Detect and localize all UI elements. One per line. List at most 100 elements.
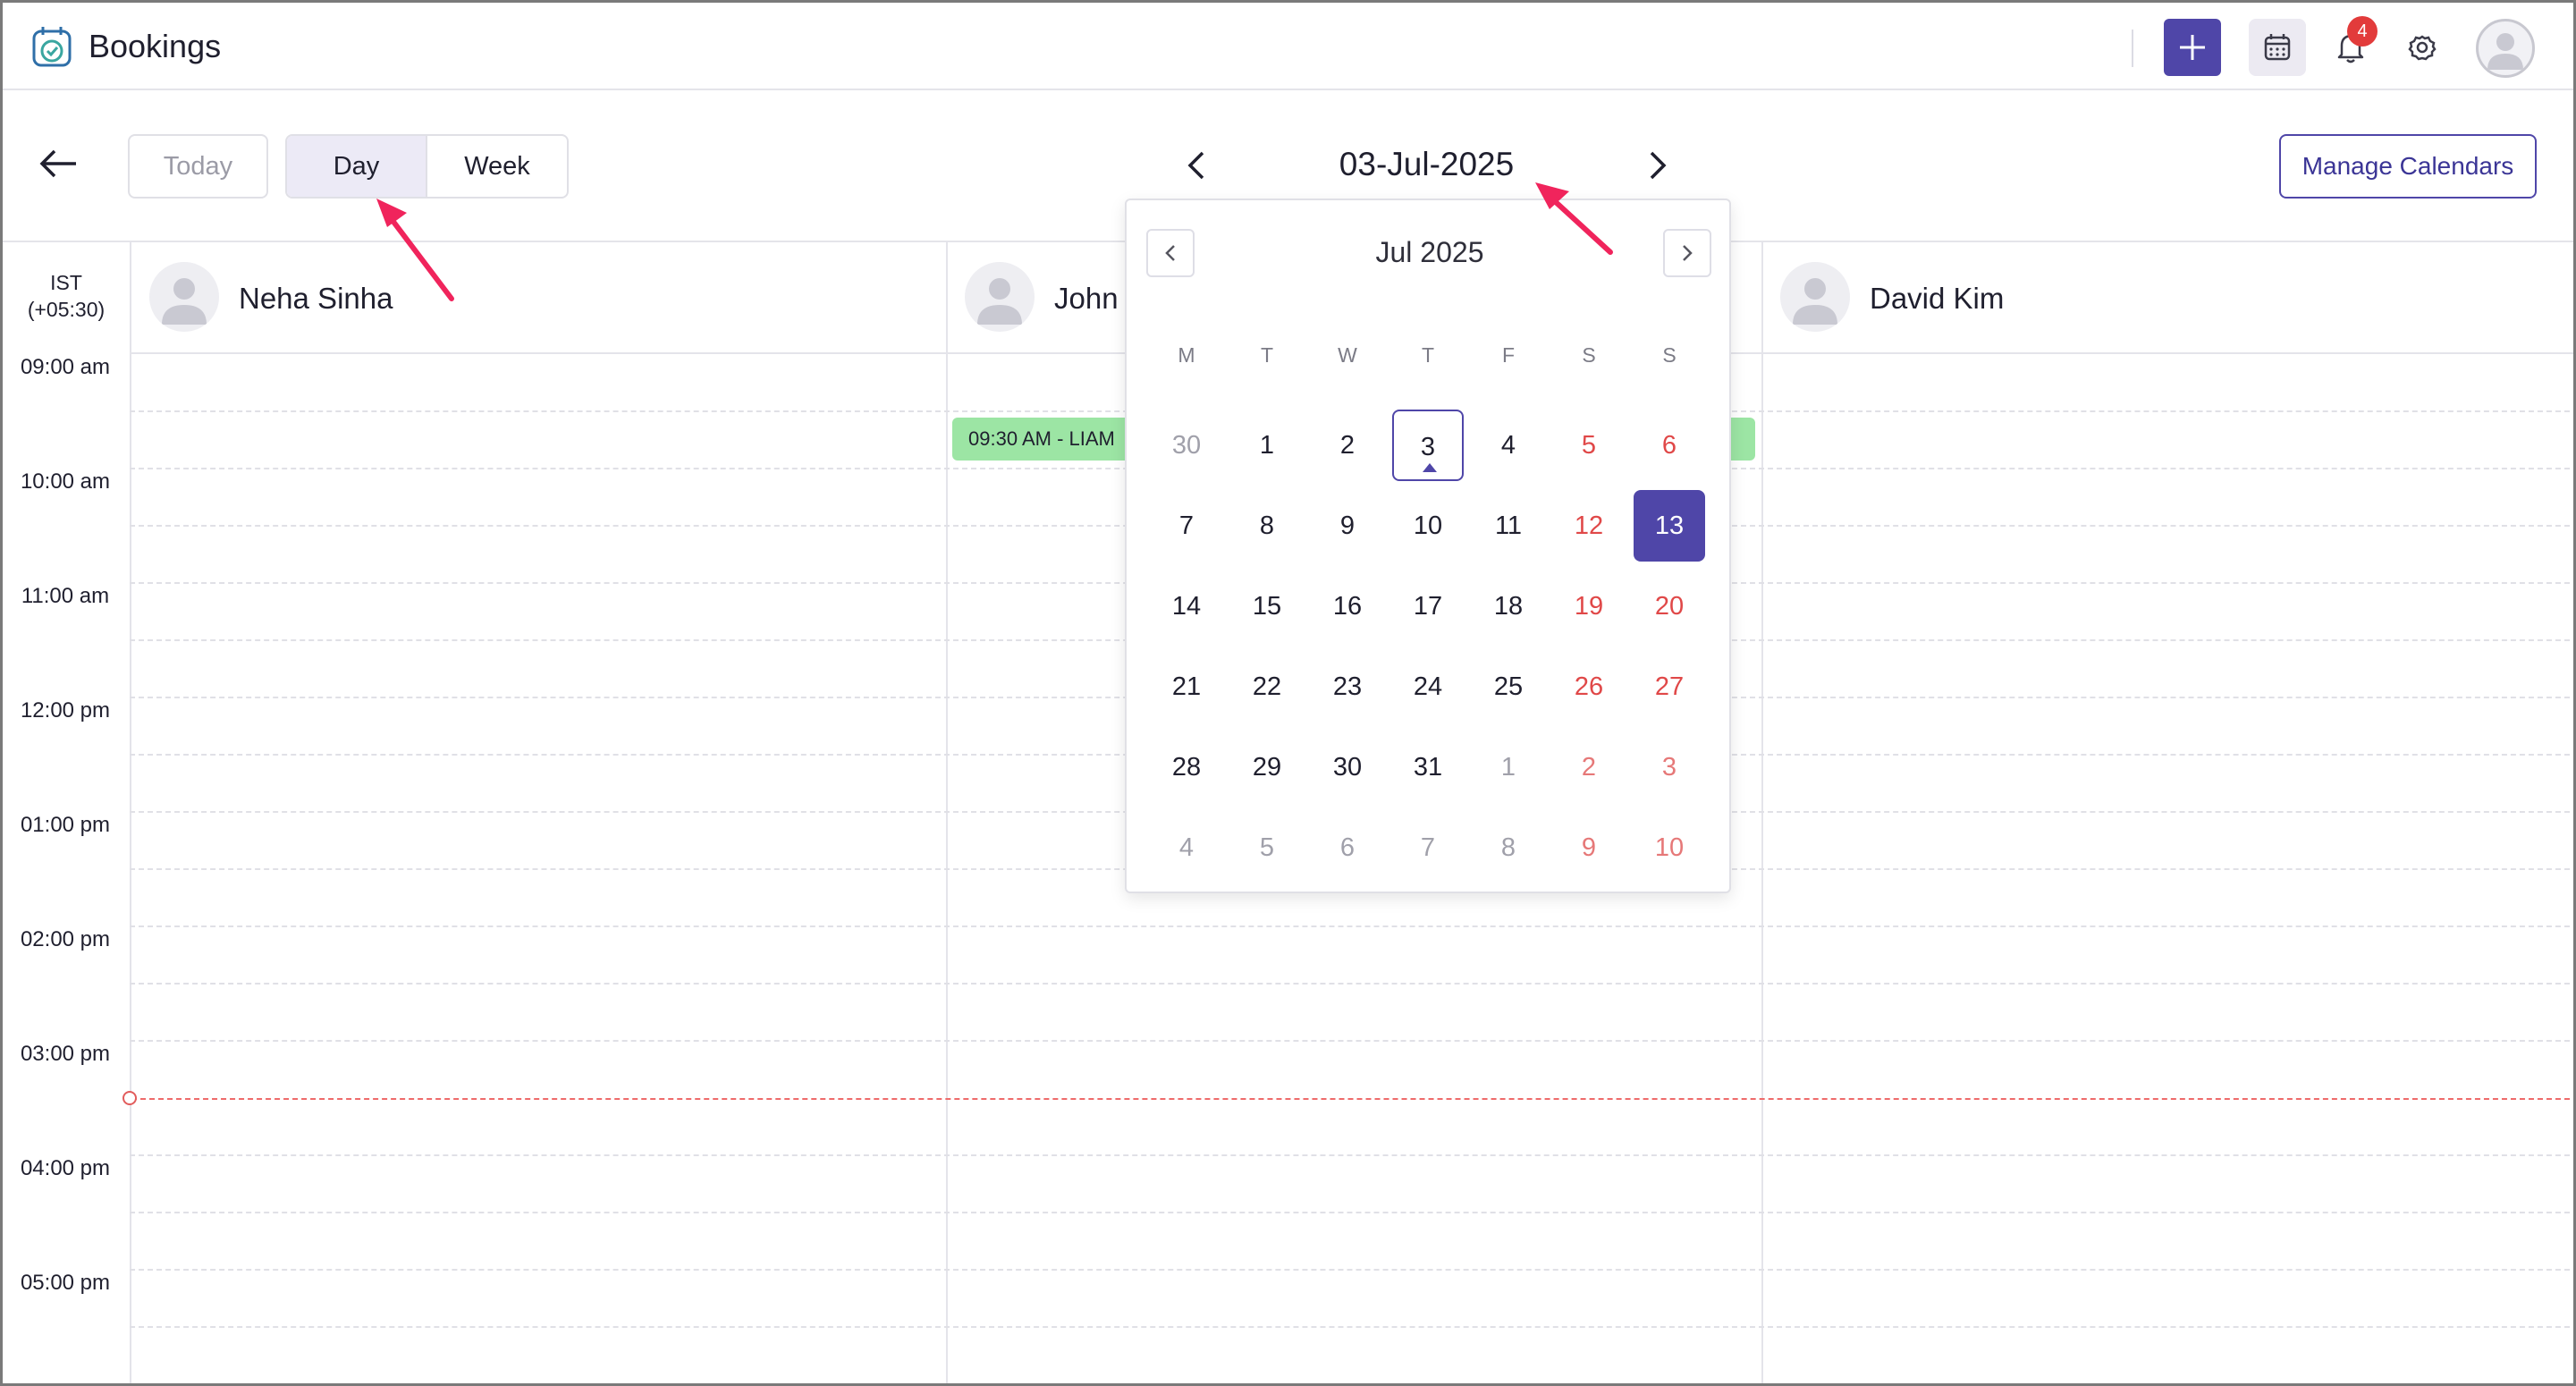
next-date-button[interactable]: [1644, 149, 1671, 182]
user-avatar-icon: [2487, 33, 2523, 70]
column-divider: [946, 242, 948, 1383]
picker-day[interactable]: 12: [1553, 490, 1625, 562]
weekday-label: M: [1178, 343, 1195, 367]
picker-day[interactable]: 15: [1231, 570, 1303, 642]
toolbar-divider: [2132, 30, 2133, 67]
manage-calendars-button[interactable]: Manage Calendars: [2279, 134, 2537, 199]
picker-day[interactable]: 4: [1473, 410, 1544, 481]
calendar-button[interactable]: [2249, 19, 2306, 76]
picker-day[interactable]: 6: [1312, 812, 1383, 883]
picker-day[interactable]: 5: [1231, 812, 1303, 883]
bookings-app: Bookings 4 Today Day Week 03-Jul-2025 Ma…: [0, 0, 2576, 1386]
weekday-label: F: [1501, 343, 1516, 367]
next-month-button[interactable]: [1663, 229, 1711, 277]
picker-day[interactable]: 7: [1392, 812, 1464, 883]
weekday-label: S: [1582, 343, 1596, 367]
user-avatar-icon: [977, 278, 1022, 325]
picker-day[interactable]: 30: [1312, 731, 1383, 803]
hour-line: [130, 925, 2573, 927]
resource-avatar: [149, 262, 219, 332]
weekday-label: S: [1662, 343, 1677, 367]
current-time-marker: [122, 1091, 137, 1105]
timezone-name: IST: [50, 271, 82, 294]
time-label: 03:00 pm: [20, 1042, 111, 1066]
resource-header[interactable]: David Kim: [1780, 262, 2549, 334]
picker-day[interactable]: 19: [1553, 570, 1625, 642]
weekday-label: W: [1338, 343, 1357, 367]
gear-icon: [2408, 35, 2437, 61]
picker-day[interactable]: 24: [1392, 651, 1464, 723]
time-gutter-border: [130, 242, 131, 1383]
picker-day[interactable]: 18: [1473, 570, 1544, 642]
picker-day[interactable]: 17: [1392, 570, 1464, 642]
column-divider: [1761, 242, 1763, 1383]
half-hour-line: [130, 1326, 2573, 1328]
picker-day[interactable]: 28: [1151, 731, 1222, 803]
today-button[interactable]: Today: [128, 134, 268, 199]
picker-day[interactable]: 25: [1473, 651, 1544, 723]
timezone-offset: (+05:30): [27, 298, 106, 321]
picker-day-today[interactable]: 3: [1392, 410, 1464, 481]
calendar-icon: [2264, 34, 2291, 61]
time-label: 12:00 pm: [20, 698, 111, 723]
user-avatar[interactable]: [2476, 19, 2535, 78]
back-arrow-icon[interactable]: [37, 146, 81, 182]
picker-day[interactable]: 8: [1473, 812, 1544, 883]
settings-button[interactable]: [2394, 19, 2451, 76]
chevron-right-icon: [1683, 245, 1693, 261]
resource-avatar: [965, 262, 1035, 332]
half-hour-line: [130, 983, 2573, 985]
picker-day[interactable]: 7: [1151, 490, 1222, 562]
picker-day[interactable]: 9: [1312, 490, 1383, 562]
picker-day[interactable]: 3: [1634, 731, 1705, 803]
previous-date-button[interactable]: [1183, 149, 1210, 182]
time-label: 04:00 pm: [20, 1156, 111, 1180]
picker-day[interactable]: 8: [1231, 490, 1303, 562]
today-indicator: [1423, 463, 1437, 472]
picker-day[interactable]: 2: [1553, 731, 1625, 803]
resource-header[interactable]: Neha Sinha: [149, 262, 918, 334]
time-label: 02:00 pm: [20, 927, 111, 951]
app-logo-icon: [32, 27, 72, 67]
chevron-left-icon: [1165, 245, 1175, 261]
picker-day[interactable]: 27: [1634, 651, 1705, 723]
plus-icon: [2180, 35, 2205, 60]
picker-day[interactable]: 14: [1151, 570, 1222, 642]
user-avatar-icon: [162, 278, 207, 325]
picker-day[interactable]: 30: [1151, 410, 1222, 481]
previous-month-button[interactable]: [1146, 229, 1195, 277]
half-hour-line: [130, 1212, 2573, 1213]
notification-badge: 4: [2347, 16, 2378, 46]
picker-day-number: 3: [1420, 433, 1436, 461]
picker-day[interactable]: 26: [1553, 651, 1625, 723]
picker-day[interactable]: 1: [1231, 410, 1303, 481]
picker-day[interactable]: 10: [1634, 812, 1705, 883]
date-picker-popover: Jul 2025 M T W T F S S 30 1 2 3 4 5 6 7 …: [1125, 199, 1731, 893]
picker-day[interactable]: 10: [1392, 490, 1464, 562]
picker-day[interactable]: 6: [1634, 410, 1705, 481]
annotation-arrow: [1535, 182, 1613, 255]
picker-day[interactable]: 5: [1553, 410, 1625, 481]
picker-day[interactable]: 4: [1151, 812, 1222, 883]
time-label: 11:00 am: [21, 584, 110, 608]
picker-day[interactable]: 22: [1231, 651, 1303, 723]
picker-day[interactable]: 2: [1312, 410, 1383, 481]
add-booking-button[interactable]: [2164, 19, 2221, 76]
annotation-arrow: [376, 199, 454, 301]
picker-day-selected[interactable]: 13: [1634, 490, 1705, 562]
picker-day[interactable]: 23: [1312, 651, 1383, 723]
picker-day[interactable]: 21: [1151, 651, 1222, 723]
hour-line: [130, 1040, 2573, 1042]
picker-day[interactable]: 11: [1473, 490, 1544, 562]
time-label: 05:00 pm: [20, 1271, 111, 1295]
picker-day[interactable]: 29: [1231, 731, 1303, 803]
picker-day[interactable]: 9: [1553, 812, 1625, 883]
picker-day[interactable]: 16: [1312, 570, 1383, 642]
top-bar: Bookings 4: [3, 3, 2573, 90]
picker-day[interactable]: 1: [1473, 731, 1544, 803]
weekday-label: T: [1421, 343, 1435, 367]
picker-day[interactable]: 20: [1634, 570, 1705, 642]
picker-day[interactable]: 31: [1392, 731, 1464, 803]
hour-line: [130, 1154, 2573, 1156]
time-label: 10:00 am: [20, 469, 111, 494]
